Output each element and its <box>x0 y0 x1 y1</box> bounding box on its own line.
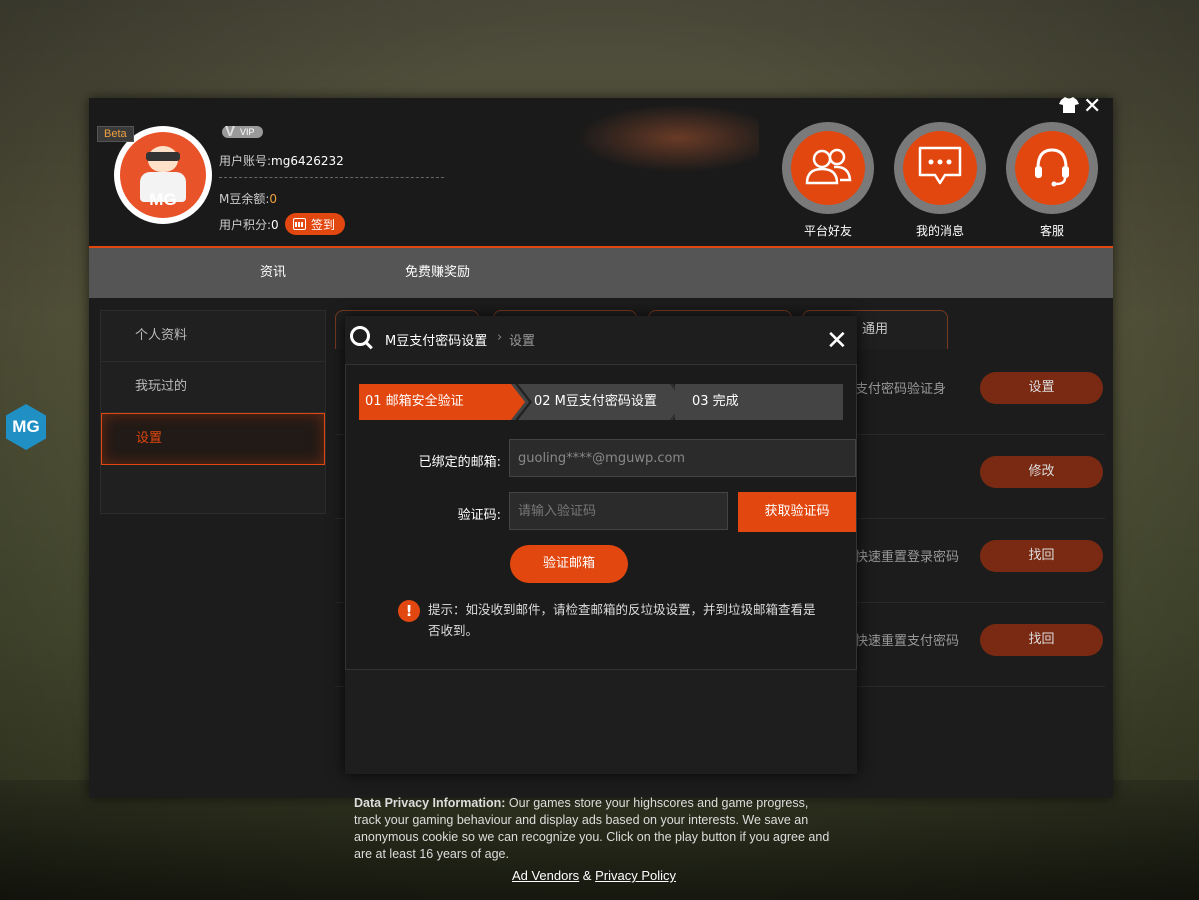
customer-service-button[interactable]: 客服 <box>1006 122 1098 239</box>
dialog-body: 01 邮箱安全验证 02 M豆支付密码设置 03 完成 已绑定的邮箱: 验证码:… <box>345 364 857 670</box>
avatar-image: MG <box>120 132 206 218</box>
checkin-button[interactable]: 签到 <box>285 213 346 235</box>
friends-button[interactable]: 平台好友 <box>782 122 874 239</box>
messages-button[interactable]: 我的消息 <box>894 122 986 239</box>
nav-item-news[interactable]: 资讯 <box>260 248 286 298</box>
recover-login-password-button[interactable]: 找回 <box>980 540 1103 572</box>
account-label: 用户账号: <box>219 154 272 168</box>
dialog-title: M豆支付密码设置 <box>385 334 488 349</box>
row-desc: 支付密码验证身 <box>855 382 947 397</box>
code-label: 验证码: <box>457 508 501 523</box>
sidebar-item-settings[interactable]: 设置 <box>101 413 325 465</box>
sidebar-item-played[interactable]: 我玩过的 <box>101 362 325 413</box>
verify-email-button[interactable]: 验证邮箱 <box>510 545 628 583</box>
account-value: mg6426232 <box>271 154 344 168</box>
messages-label: 我的消息 <box>915 224 964 238</box>
links-separator: & <box>579 868 596 883</box>
points-line: 用户积分:0 <box>219 216 279 233</box>
modify-button[interactable]: 修改 <box>980 456 1103 488</box>
privacy-heading: Data Privacy Information: <box>354 796 506 810</box>
checkin-label: 签到 <box>311 217 336 232</box>
email-label: 已绑定的邮箱: <box>418 455 501 470</box>
header: ✕ MG Beta VIP 用户账号:mg6426232 M豆余额:0 用户积分… <box>89 96 1113 248</box>
email-field[interactable] <box>509 439 856 477</box>
message-icon <box>917 145 963 191</box>
skin-shirt-icon[interactable] <box>1059 96 1079 119</box>
breadcrumb-current: 设置 <box>509 334 536 349</box>
dialog-header: M豆支付密码设置 › 设置 ✕ <box>345 316 857 362</box>
avatar-mg-text: MG <box>149 190 177 209</box>
beta-badge: Beta <box>97 126 134 142</box>
nav-item-free-rewards[interactable]: 免费赚奖励 <box>405 248 470 298</box>
set-pay-password-button[interactable]: 设置 <box>980 372 1103 404</box>
warning-icon: ! <box>398 600 420 622</box>
tip-text: 提示：如没收到邮件，请检查邮箱的反垃圾设置，并到垃圾邮箱查看是否收到。 <box>428 602 816 638</box>
balance-line: M豆余额:0 <box>219 190 277 207</box>
sidebar-item-profile[interactable]: 个人资料 <box>101 311 325 362</box>
customer-service-label: 客服 <box>1039 224 1064 238</box>
privacy-links: Ad Vendors & Privacy Policy <box>354 868 834 883</box>
row-desc: 快速重置登录密码 <box>855 550 960 565</box>
recover-pay-password-button[interactable]: 找回 <box>980 624 1103 656</box>
friends-icon <box>804 146 852 190</box>
friends-label: 平台好友 <box>803 224 852 238</box>
balance-value: 0 <box>269 192 278 206</box>
step-set-pay-password: 02 M豆支付密码设置 <box>518 384 684 420</box>
privacy-notice: Data Privacy Information: Our games stor… <box>354 795 834 863</box>
balance-label: M豆余额: <box>219 192 270 206</box>
headset-icon <box>1030 144 1074 192</box>
step-email-verify: 01 邮箱安全验证 <box>359 384 525 420</box>
get-code-button[interactable]: 获取验证码 <box>738 492 856 532</box>
breadcrumb-separator: › <box>497 330 503 345</box>
header-glow-decoration <box>559 98 759 178</box>
app-q-logo-icon <box>350 326 370 346</box>
step-complete: 03 完成 <box>675 384 843 420</box>
step-indicator: 01 邮箱安全验证 02 M豆支付密码设置 03 完成 <box>359 384 843 420</box>
window-close-icon[interactable]: ✕ <box>1083 96 1101 118</box>
pay-password-dialog: M豆支付密码设置 › 设置 ✕ 01 邮箱安全验证 02 M豆支付密码设置 03… <box>345 316 857 774</box>
sidebar: 个人资料 我玩过的 设置 <box>100 310 326 514</box>
main-nav: 资讯 免费赚奖励 <box>89 248 1113 298</box>
info-divider <box>219 177 444 178</box>
calendar-icon <box>293 218 306 230</box>
vip-badge: VIP <box>222 123 263 140</box>
privacy-policy-link[interactable]: Privacy Policy <box>595 868 676 883</box>
row-desc: 快速重置支付密码 <box>855 634 960 649</box>
account-line: 用户账号:mg6426232 <box>219 152 344 169</box>
dialog-close-icon[interactable]: ✕ <box>826 328 848 354</box>
verification-code-input[interactable] <box>509 492 728 530</box>
points-label: 用户积分: <box>219 218 272 232</box>
points-value: 0 <box>271 218 279 232</box>
ad-vendors-link[interactable]: Ad Vendors <box>512 868 579 883</box>
